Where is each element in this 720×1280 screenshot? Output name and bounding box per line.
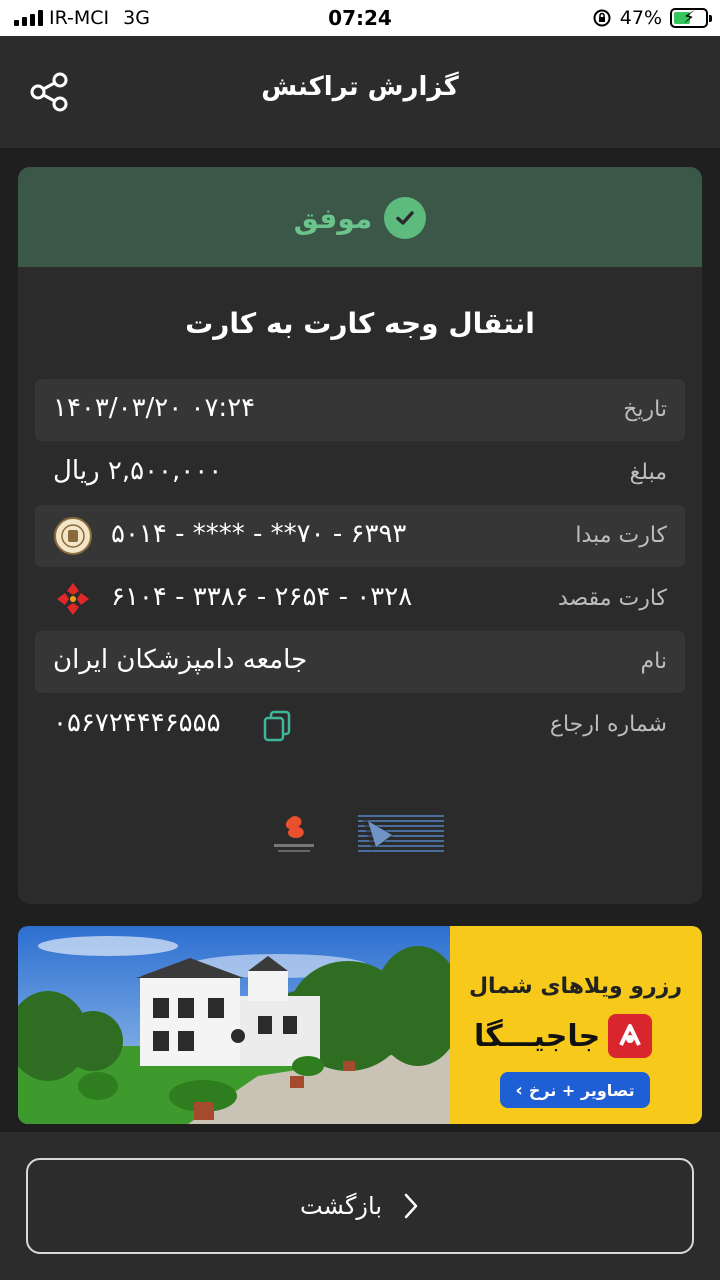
provider-logos: [18, 807, 702, 857]
app-header: گزارش تراکنش: [0, 36, 720, 148]
reference-label: شماره ارجاع: [549, 712, 667, 737]
check-icon: [384, 197, 427, 239]
name-value: جامعه دامپزشکان ایران: [53, 645, 308, 675]
source-card-number: ۵۰۱۴ - **** - **۷۰ - ۶۳۹۳: [111, 519, 407, 549]
share-icon[interactable]: [28, 70, 72, 114]
receipt-card: موفق انتقال وجه کارت به کارت تاریخ ۱۴۰۳/…: [18, 167, 702, 904]
row-reference: شماره ارجاع ۰۵۶۷۲۴۴۴۶۵۵۵: [35, 694, 685, 756]
ad-cta-button[interactable]: تصاویر + نرخ ›: [500, 1072, 650, 1108]
ad-headline: رزرو ویلاهای شمال: [468, 974, 682, 999]
dest-card-number: ۶۱۰۴ - ۳۳۸۶ - ۲۶۵۴ - ۰۳۲۸: [111, 582, 413, 612]
name-label: نام: [640, 649, 667, 674]
row-dest-card: کارت مقصد ۶۱۰۴ - ۳۳۸۶ - ۲۶۵۴ - ۰۳۲۸: [35, 568, 685, 630]
chevron-left-icon: ›: [515, 1079, 523, 1101]
villa-photo: [18, 926, 450, 1124]
bank-logo-stripes-icon: [358, 815, 444, 852]
battery-icon: ⚡: [670, 8, 712, 28]
battery-percent: 47%: [619, 7, 662, 29]
amount-value: ۲,۵۰۰,۰۰۰ ریال: [53, 456, 223, 486]
back-label: بازگشت: [300, 1192, 382, 1220]
transaction-type: انتقال وجه کارت به کارت: [185, 307, 535, 340]
details-list: تاریخ ۱۴۰۳/۰۳/۲۰ ۰۷:۲۴ مبلغ ۲,۵۰۰,۰۰۰ ری…: [35, 379, 685, 757]
source-card-label: کارت مبدا: [575, 523, 667, 548]
row-amount: مبلغ ۲,۵۰۰,۰۰۰ ریال: [35, 442, 685, 504]
ad-banner[interactable]: رزرو ویلاهای شمال جاجیـــگا تصاویر + نرخ…: [18, 926, 702, 1124]
status-text: موفق: [293, 201, 373, 235]
bank-melli-logo-icon: [54, 517, 92, 555]
rotation-lock-icon: [593, 9, 611, 27]
bank-mellat-logo-icon: [57, 583, 89, 615]
chevron-icon: [404, 1193, 418, 1219]
row-source-card: کارت مبدا ۵۰۱۴ - **** - **۷۰ - ۶۳۹۳: [35, 505, 685, 567]
back-button[interactable]: بازگشت: [26, 1158, 694, 1254]
page-title: گزارش تراکنش: [261, 72, 459, 102]
status-banner: موفق: [18, 167, 702, 267]
row-name: نام جامعه دامپزشکان ایران: [35, 631, 685, 693]
bottom-bar: بازگشت: [0, 1132, 720, 1280]
row-date: تاریخ ۱۴۰۳/۰۳/۲۰ ۰۷:۲۴: [35, 379, 685, 441]
date-value: ۱۴۰۳/۰۳/۲۰ ۰۷:۲۴: [53, 393, 256, 423]
amount-label: مبلغ: [629, 460, 667, 485]
ad-brand: جاجیـــگا: [474, 1014, 682, 1058]
ad-panel: رزرو ویلاهای شمال جاجیـــگا تصاویر + نرخ…: [450, 926, 702, 1124]
reference-value: ۰۵۶۷۲۴۴۴۶۵۵۵: [53, 708, 221, 738]
asan-pardakht-logo-icon: [274, 816, 314, 852]
copy-icon[interactable]: [261, 710, 293, 742]
jajiga-logo-icon: [608, 1014, 653, 1058]
status-bar: IR-MCI 3G 07:24 47% ⚡: [0, 0, 720, 36]
ad-brand-name: جاجیـــگا: [474, 1018, 601, 1054]
dest-card-label: کارت مقصد: [557, 586, 667, 611]
ad-cta-label: تصاویر + نرخ: [528, 1080, 635, 1100]
date-label: تاریخ: [623, 397, 667, 422]
